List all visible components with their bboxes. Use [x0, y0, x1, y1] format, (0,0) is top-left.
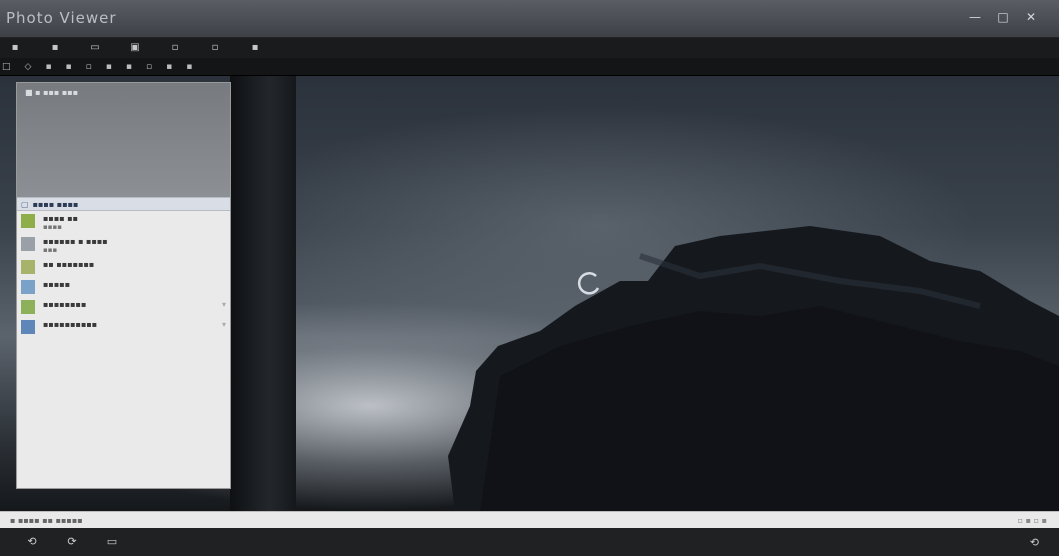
menu-window-icon[interactable]: ▫	[204, 41, 226, 55]
bottom-bar: ⟲ ⟳ ▭ ⟲	[0, 528, 1059, 556]
maximize-button[interactable]: □	[996, 10, 1010, 24]
side-panel: ■ ▪ ▪▪▪ ▪▪▪ ▢ ▪▪▪▪ ▪▪▪▪ ▪▪▪▪ ▪▪ ▪▪▪▪ ▪▪▪…	[16, 82, 231, 489]
list-item-label: ▪▪▪▪ ▪▪	[43, 214, 79, 223]
list-item-sub: ▪▪▪▪	[43, 223, 62, 231]
list-item-label: ▪▪▪▪▪▪▪▪▪▪	[43, 320, 98, 329]
chevron-down-icon[interactable]: ▾	[222, 320, 226, 329]
menu-help-icon[interactable]: ▪	[244, 41, 266, 55]
fit-icon[interactable]: ▭	[104, 535, 120, 549]
list-item[interactable]: ▪▪▪▪▪	[17, 277, 230, 297]
status-right-text: ▫ ▪ ▫ ▪	[1017, 515, 1047, 525]
panel-selected-item[interactable]: ▢ ▪▪▪▪ ▪▪▪▪	[17, 197, 230, 211]
toolbar: □ ◇ ▪ ▪ ▫ ▪ ▪ ▫ ▪ ▪	[0, 58, 1059, 76]
refresh-icon[interactable]: ⟲	[1030, 536, 1039, 549]
menu-tools-icon[interactable]: ▫	[164, 41, 186, 55]
settings-icon[interactable]: ▪	[186, 61, 192, 73]
menu-bar: ▪ ▪ ▭ ▣ ▫ ▫ ▪	[0, 38, 1059, 58]
info-icon[interactable]: ▪	[126, 61, 132, 73]
list-item-sub: ▪▪▪	[43, 246, 58, 254]
rotate-right-icon[interactable]: ⟳	[64, 535, 80, 549]
list-item[interactable]: ▪▪▪▪ ▪▪ ▪▪▪▪	[17, 211, 230, 234]
list-item-label: ▪▪▪▪▪▪ ▪ ▪▪▪▪	[43, 237, 108, 246]
menu-file-icon[interactable]: ▪	[4, 41, 26, 55]
thumbnail-icon	[21, 260, 35, 274]
rotate-left-icon[interactable]: ⟲	[24, 535, 40, 549]
window-title: Photo Viewer	[6, 9, 117, 27]
thumbnail-icon	[21, 300, 35, 314]
list-item[interactable]: ▪▪▪▪▪▪▪▪▪▪ ▾	[17, 317, 230, 337]
list-item[interactable]: ▪▪ ▪▪▪▪▪▪▪	[17, 257, 230, 277]
minimize-button[interactable]: —	[968, 10, 982, 24]
status-text: ▪ ▪▪▪▪ ▪▪ ▪▪▪▪▪	[10, 515, 83, 525]
thumbnail-icon	[21, 214, 35, 228]
panel-header-text: ■ ▪ ▪▪▪ ▪▪▪	[25, 88, 79, 97]
crop-icon[interactable]: ▪	[45, 61, 51, 73]
busy-cursor-icon	[577, 272, 600, 295]
list-item-label: ▪▪ ▪▪▪▪▪▪▪	[43, 260, 95, 269]
panel-header: ■ ▪ ▪▪▪ ▪▪▪	[17, 83, 230, 197]
list-item-label: ▪▪▪▪▪	[43, 280, 71, 289]
thumbnail-icon	[21, 320, 35, 334]
rotate-icon[interactable]: ◇	[25, 61, 32, 73]
thumbnail-icon	[21, 237, 35, 251]
print-icon[interactable]: ▪	[166, 61, 172, 73]
list-item[interactable]: ▪▪▪▪▪▪ ▪ ▪▪▪▪ ▪▪▪	[17, 234, 230, 257]
menu-image-icon[interactable]: ▣	[124, 41, 146, 55]
share-icon[interactable]: ▫	[146, 61, 152, 73]
status-bar: ▪ ▪▪▪▪ ▪▪ ▪▪▪▪▪ ▫ ▪ ▫ ▪	[0, 511, 1059, 528]
filter-icon[interactable]: ▪	[106, 61, 112, 73]
list-item-label: ▪▪▪▪▪▪▪▪	[43, 300, 87, 309]
title-bar: Photo Viewer — □ ✕	[0, 0, 1059, 38]
close-button[interactable]: ✕	[1024, 10, 1038, 24]
menu-edit-icon[interactable]: ▪	[44, 41, 66, 55]
chevron-down-icon[interactable]: ▾	[222, 300, 226, 309]
open-icon[interactable]: □	[2, 61, 11, 73]
menu-view-icon[interactable]: ▭	[84, 41, 106, 55]
selected-item-label: ▪▪▪▪ ▪▪▪▪	[32, 199, 79, 209]
adjust-icon[interactable]: ▪	[66, 61, 72, 73]
folder-icon: ▢	[21, 199, 29, 209]
zoom-icon[interactable]: ▫	[86, 61, 92, 73]
photo-viewer-app: Photo Viewer — □ ✕ ▪ ▪ ▭ ▣ ▫ ▫ ▪ □ ◇ ▪ ▪…	[0, 0, 1059, 556]
list-item[interactable]: ▪▪▪▪▪▪▪▪ ▾	[17, 297, 230, 317]
thumbnail-icon	[21, 280, 35, 294]
